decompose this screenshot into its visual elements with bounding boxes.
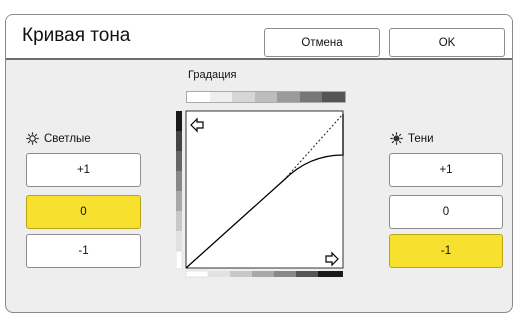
gradation-scale-bar [186,91,346,103]
shadows-label: Тени [390,132,434,145]
shadows-minus1-button[interactable]: -1 [389,234,503,268]
bottom-gradient-bar [185,270,343,278]
highlights-label: Светлые [26,132,91,145]
highlights-label-text: Светлые [44,132,91,145]
shadows-label-text: Тени [408,132,434,145]
sun-outline-icon [26,132,39,145]
grad-step [277,92,300,102]
highlights-0-button[interactable]: 0 [26,195,141,229]
grad-step [254,92,278,102]
shadows-plus1-button[interactable]: +1 [389,153,503,187]
highlights-plus1-button[interactable]: +1 [26,153,141,187]
curve-plot-area [185,110,344,269]
vertical-gradient-bar [176,111,183,270]
tone-curve-dialog: Кривая тона Отмена OK Светлые +1 0 -1 Те… [5,14,513,313]
dialog-title: Кривая тона [22,25,131,46]
gradation-title: Градация [188,69,237,81]
grad-step [209,92,233,102]
sun-filled-icon [390,132,403,145]
highlights-minus1-button[interactable]: -1 [26,234,141,268]
cancel-button[interactable]: Отмена [264,28,380,57]
tone-curve-chart [176,110,344,278]
grad-step [299,92,323,102]
grad-step [232,92,255,102]
shadows-0-button[interactable]: 0 [389,195,503,229]
ok-button[interactable]: OK [389,28,505,57]
grad-step [187,92,210,102]
title-bar: Кривая тона Отмена OK [6,15,512,60]
grad-step [322,92,346,102]
